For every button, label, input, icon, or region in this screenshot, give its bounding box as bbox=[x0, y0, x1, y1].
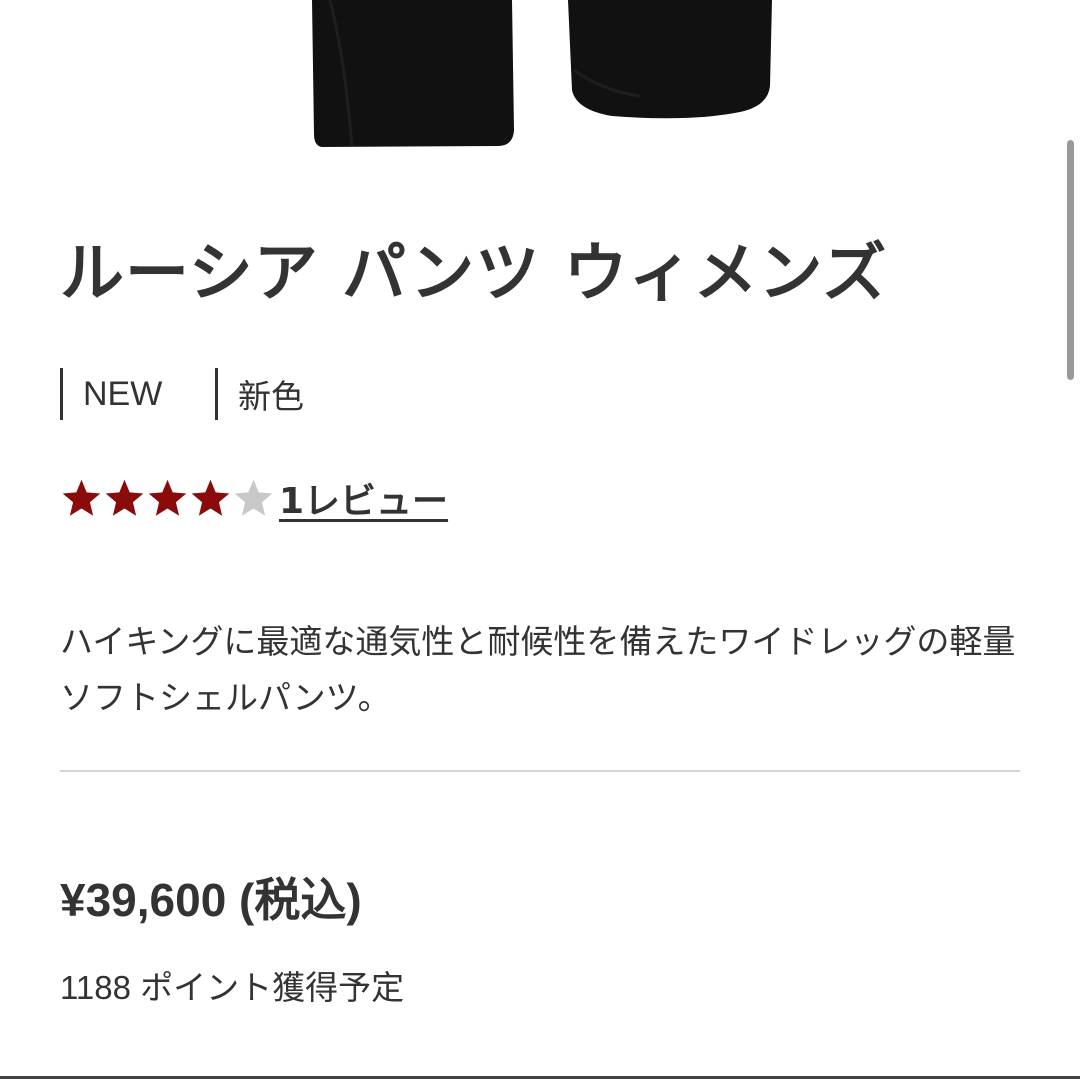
tag-new-color: 新色 bbox=[215, 368, 304, 420]
scrollbar[interactable] bbox=[1067, 140, 1074, 380]
product-rating: 1レビュー bbox=[60, 470, 448, 526]
product-price: ¥39,600 (税込) bbox=[60, 874, 362, 926]
product-tags: NEW 新色 bbox=[60, 368, 304, 420]
points-earned: 1188 ポイント獲得予定 bbox=[60, 969, 405, 1006]
star-filled-icon bbox=[191, 479, 230, 516]
star-filled-icon bbox=[148, 479, 187, 516]
pants-photo bbox=[312, 0, 772, 147]
product-title: ルーシア パンツ ウィメンズ bbox=[60, 237, 888, 311]
star-empty-icon bbox=[234, 479, 273, 516]
review-count-link[interactable]: 1レビュー bbox=[279, 472, 448, 524]
star-filled-icon bbox=[62, 479, 101, 516]
rating-stars bbox=[60, 477, 275, 520]
product-image[interactable] bbox=[0, 0, 1080, 150]
star-filled-icon bbox=[105, 479, 144, 516]
tag-new: NEW bbox=[60, 368, 215, 420]
divider bbox=[60, 770, 1020, 772]
product-description: ハイキングに最適な通気性と耐候性を備えたワイドレッグの軽量ソフトシェルパンツ。 bbox=[60, 622, 1016, 717]
